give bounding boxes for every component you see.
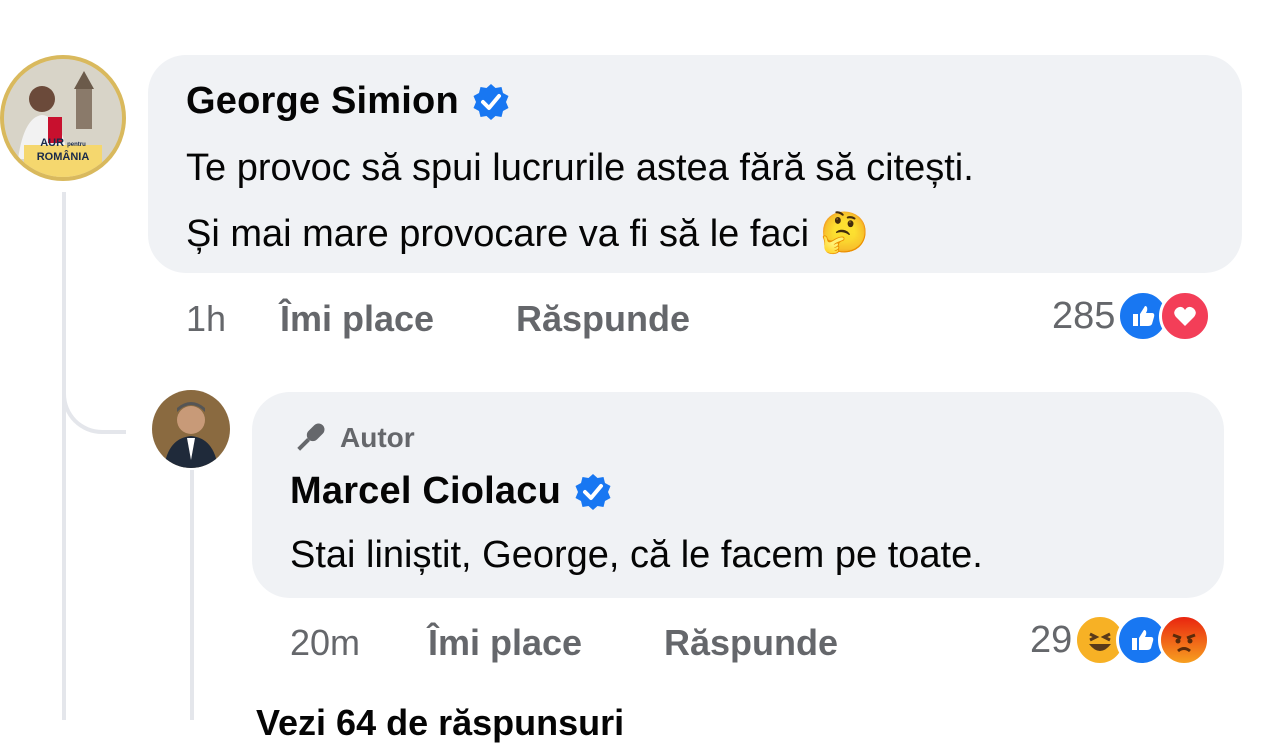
reply-reactions[interactable]: 29 [1030,614,1211,666]
thread-line-main [62,192,66,720]
view-more-replies-link[interactable]: Vezi 64 de răspunsuri [256,702,624,744]
avatar-badge-line1: AUR [40,137,65,149]
comment-text-line1: Te provoc să spui lucrurile astea fără s… [186,147,974,189]
angry-icon [1158,614,1211,666]
avatar-marcel-ciolacu[interactable] [152,390,230,468]
reply-like-button[interactable]: Îmi place [428,622,582,664]
comment-like-button[interactable]: Îmi place [280,298,434,340]
avatar-badge-line2: ROMÂNIA [36,151,90,163]
reply-reply-button[interactable]: Răspunde [664,622,838,664]
reply-time[interactable]: 20m [290,622,360,664]
reply-reaction-count: 29 [1030,618,1073,661]
comment-author[interactable]: George Simion [186,80,511,123]
comment-text-line2: Și mai mare provocare va fi să le faci 🤔 [186,200,869,267]
love-icon [1159,290,1212,342]
author-badge: Autor [290,418,415,458]
avatar-badge-line1-small: pentru [67,142,86,148]
reply-author-name[interactable]: Marcel Ciolacu [290,470,561,513]
thread-line-reply [190,470,194,720]
avatar-photo [152,390,230,468]
thread-line-branch [62,360,126,434]
comment-reaction-count: 285 [1052,294,1116,337]
comment-author-name[interactable]: George Simion [186,80,459,123]
author-badge-label: Autor [340,422,415,453]
avatar-george-simion[interactable]: AUR pentru ROMÂNIA [0,55,126,181]
microphone-icon [297,423,325,451]
reply-text: Stai liniștit, George, că le facem pe to… [290,534,983,576]
comment-reply-button[interactable]: Răspunde [516,298,690,340]
comment-time[interactable]: 1h [186,298,226,340]
verified-badge-icon [575,473,611,510]
reply-author[interactable]: Marcel Ciolacu [290,470,613,513]
thinking-face-emoji: 🤔 [819,211,870,255]
comment-text-line2-content: Și mai mare provocare va fi să le faci [186,213,810,255]
verified-badge-icon [473,83,509,120]
comment-reactions[interactable]: 285 [1052,290,1212,342]
